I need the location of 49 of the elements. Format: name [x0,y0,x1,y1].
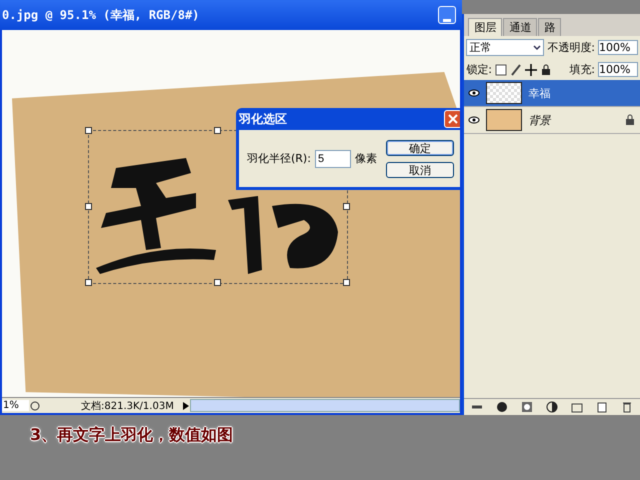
transform-handle[interactable] [214,279,221,286]
style-icon[interactable] [496,401,508,413]
transform-handle[interactable] [85,279,92,286]
close-button[interactable] [444,110,460,128]
window-title: 0.jpg @ 95.1% (幸福, RGB/8#) [2,6,200,24]
brush-icon[interactable] [510,64,522,76]
transform-handle[interactable] [85,127,92,134]
dialog-title: 羽化选区 [239,110,287,128]
eye-icon[interactable] [468,89,480,97]
dialog-button[interactable]: 确定 [386,140,454,156]
radius-label: 羽化半径(R): [247,151,311,166]
minimize-icon [443,19,452,23]
caret-icon [533,44,542,50]
layer-name: 幸福 [528,86,550,100]
mask-icon[interactable] [521,401,534,413]
new-layer-icon[interactable] [596,401,608,413]
lock-label: 锁定: [466,62,492,77]
lock-icon[interactable] [540,64,552,76]
layer-row[interactable]: 背景 [464,107,640,134]
move-icon[interactable] [525,64,537,76]
tutorial-caption: 3、再文字上羽化，数值如图 [29,424,234,446]
status-icon [29,400,41,412]
eye-icon[interactable] [468,116,480,124]
layer-row[interactable]: 幸福 [464,80,640,107]
fill-label: 填充: [569,62,595,77]
opacity-field[interactable]: 100% [598,40,638,55]
panel-tab[interactable]: 图层 [468,18,502,36]
close-icon [448,114,458,124]
transform-handle[interactable] [85,203,92,210]
trash-icon[interactable] [621,401,634,413]
blend-mode-select[interactable]: 正常 [466,39,544,56]
zoom-field[interactable]: 1% [2,400,29,411]
transform-handle[interactable] [214,127,221,134]
horizontal-scrollbar[interactable] [190,399,460,412]
lock-transparency-icon[interactable] [495,64,507,76]
transform-handle[interactable] [343,203,350,210]
radius-input[interactable]: 5 [314,150,351,168]
unit-label: 像素 [354,151,377,166]
layer-name: 背景 [528,112,550,128]
transform-handle[interactable] [343,279,350,286]
document-size: 文档:821.3K/1.03M [80,400,175,412]
panel-tab[interactable]: 路 [538,18,562,36]
opacity-label: 不透明度: [547,40,595,55]
panel-tab[interactable]: 通道 [503,18,538,36]
dialog-button[interactable]: 取消 [386,162,454,178]
adjustment-icon[interactable] [546,401,558,413]
minimize-button[interactable] [438,6,456,24]
fill-field[interactable]: 100% [598,62,638,77]
lock-icon [624,114,636,126]
